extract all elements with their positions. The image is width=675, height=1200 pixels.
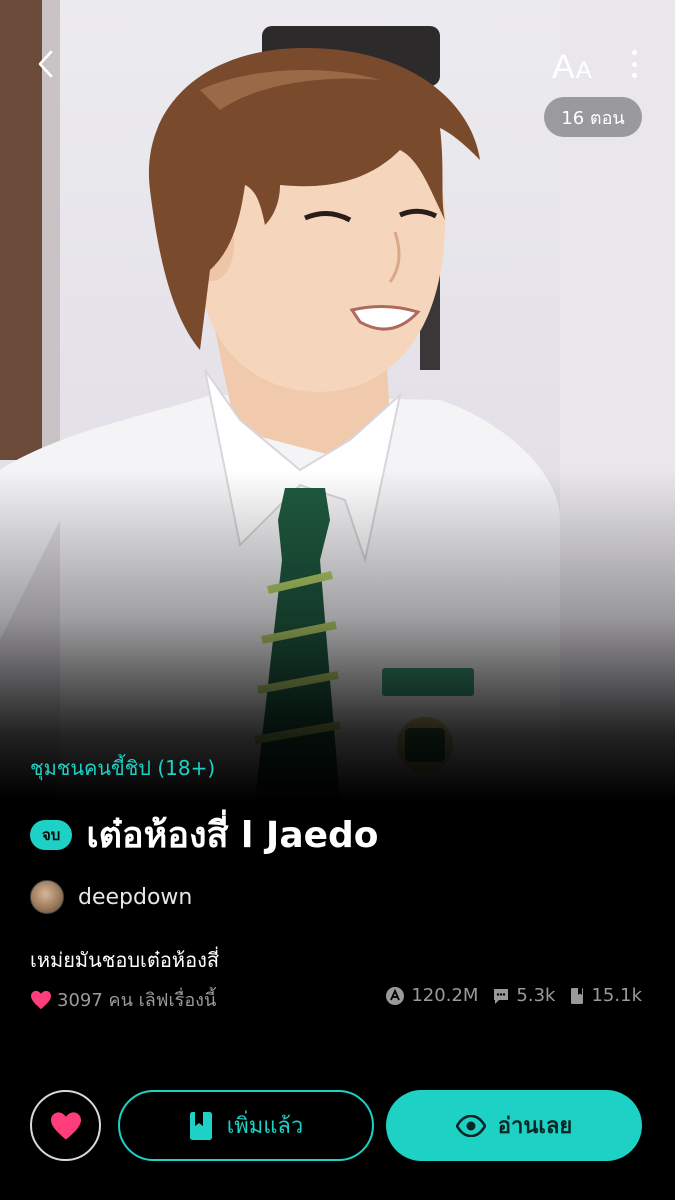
- title-row: จบ เต๋อห้องสี่ l Jaedo: [30, 806, 379, 863]
- bookmarks-count: 15.1k: [591, 985, 642, 1006]
- comments-stat: 5.3k: [492, 985, 555, 1006]
- font-size-label-big: A: [552, 48, 575, 86]
- comment-icon: [492, 987, 510, 1005]
- font-size-label-small: A: [575, 57, 592, 84]
- like-button[interactable]: [30, 1090, 101, 1161]
- author-avatar[interactable]: [30, 880, 64, 914]
- author-row[interactable]: deepdown: [30, 880, 192, 914]
- category-link[interactable]: ชุมชนคนขี้ชิป (18+): [30, 752, 215, 784]
- added-label: เพิ่มแล้ว: [226, 1114, 304, 1139]
- more-options-button[interactable]: [620, 46, 648, 82]
- read-now-button[interactable]: อ่านเลย: [386, 1090, 642, 1161]
- font-size-button[interactable]: A A: [552, 44, 592, 84]
- eye-icon: [455, 1114, 486, 1137]
- status-badge: จบ: [30, 819, 73, 850]
- bookmarks-stat: 15.1k: [569, 985, 642, 1006]
- heart-icon: [30, 990, 52, 1010]
- heart-icon: [50, 1111, 81, 1140]
- chevron-left-icon: [38, 50, 53, 78]
- cover-fade: [0, 470, 675, 800]
- story-stats: 120.2M 5.3k 15.1k: [371, 985, 642, 1006]
- likes-text: 3097 คน เลิฟเรื่องนี้: [57, 990, 217, 1011]
- story-description: เหม่ยมันชอบเต๋อห้องสี่: [30, 948, 220, 972]
- episodes-badge: 16 ตอน: [544, 97, 642, 137]
- views-stat: 120.2M: [385, 985, 478, 1006]
- author-name[interactable]: deepdown: [78, 885, 192, 910]
- added-to-library-button[interactable]: เพิ่มแล้ว: [118, 1090, 374, 1161]
- read-label: อ่านเลย: [497, 1114, 573, 1139]
- views-count: 120.2M: [411, 985, 479, 1006]
- bookmark-icon: [189, 1111, 213, 1141]
- more-vertical-icon: [631, 50, 637, 55]
- book-icon: [569, 987, 585, 1005]
- views-icon: [385, 986, 405, 1006]
- back-button[interactable]: [26, 44, 66, 84]
- story-title: เต๋อห้องสี่ l Jaedo: [86, 815, 379, 856]
- likes-stat: 3097 คน เลิฟเรื่องนี้: [30, 985, 216, 1014]
- comments-count: 5.3k: [516, 985, 556, 1006]
